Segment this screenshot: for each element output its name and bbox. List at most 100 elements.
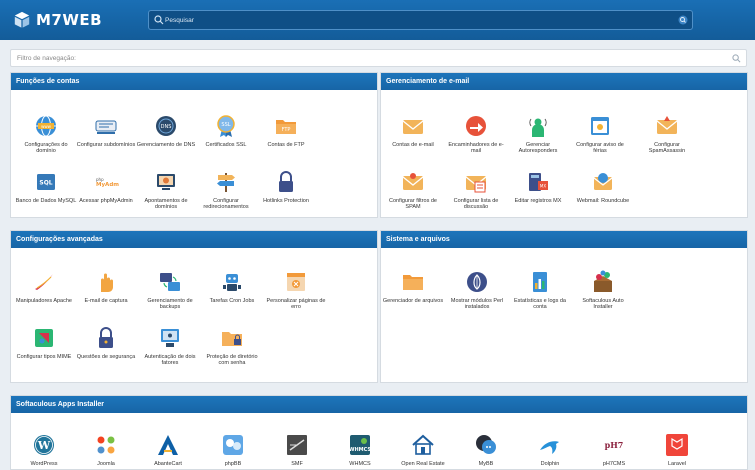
app-joomla[interactable]: Joomla [75, 432, 137, 467]
item-label: Editar registros MX [514, 198, 562, 204]
item-mime-types[interactable]: Configurar tipos MIME [13, 325, 75, 360]
domain-pointer-icon [157, 174, 175, 190]
panel-softaculous-apps: Softaculous Apps Installer W WordPress J… [10, 395, 748, 470]
app-whmcs[interactable]: WHMCS WHMCS [329, 432, 391, 467]
item-mysql-databases[interactable]: SQL Banco de Dados MySQL [15, 169, 77, 204]
svg-text:W: W [37, 439, 51, 452]
sql-database-icon: SQL [37, 174, 55, 190]
svg-text:SSL: SSL [221, 122, 230, 128]
item-phpmyadmin[interactable]: php MyAdmin Acessar phpMyAdmin [75, 169, 137, 204]
mime-types-icon [35, 329, 53, 347]
item-vacation-notice[interactable]: Configurar aviso de férias [569, 113, 631, 154]
item-label: Gerenciar Autoresponders [518, 142, 558, 155]
svg-text:MX: MX [540, 184, 546, 189]
item-label: Configurações do domínio [24, 142, 68, 155]
item-label: AbanteCart [154, 461, 182, 467]
item-label: Personalizar páginas de erro [266, 298, 326, 311]
item-redirects[interactable]: Configurar redirecionamentos [195, 169, 257, 210]
brand-logo[interactable]: M7WEB [13, 10, 102, 30]
item-security-questions[interactable]: Questões de segurança [75, 325, 137, 360]
item-two-factor-auth[interactable]: Autenticação de dois fatores [139, 325, 201, 366]
app-wordpress[interactable]: W WordPress [13, 432, 75, 467]
item-softaculous-auto-installer[interactable]: Softaculous Auto Installer [572, 269, 634, 310]
mybb-icon [476, 435, 496, 454]
item-label: Gerenciador de arquivos [382, 298, 444, 304]
panel-account-functions: Funções de contas www Configurações do d… [10, 72, 378, 218]
item-label: WordPress [30, 461, 58, 467]
wordpress-icon: W [34, 435, 54, 455]
item-label: Configurar lista de discussão [453, 198, 499, 211]
vacation-notice-icon [591, 117, 609, 135]
spam-filter-icon [400, 173, 426, 195]
item-spamassassin[interactable]: Configurar SpamAssassin [636, 113, 698, 154]
item-directory-privacy[interactable]: Proteção de diretório com senha [201, 325, 263, 366]
app-phpbb[interactable]: phpBB [202, 432, 264, 467]
item-label: Certificados SSL [205, 142, 247, 148]
real-estate-house-icon [412, 434, 434, 455]
two-factor-icon [161, 329, 179, 347]
whmcs-icon: WHMCS [349, 435, 371, 455]
item-label: Autenticação de dois fatores [144, 354, 196, 367]
search-clear-icon[interactable] [678, 15, 688, 25]
svg-text:MyAdmin: MyAdmin [96, 182, 119, 188]
filter-input[interactable] [17, 51, 717, 65]
app-mybb[interactable]: MyBB [455, 432, 517, 467]
item-hotlink-protection[interactable]: Hotlinks Protection [255, 169, 317, 204]
item-catch-all-email[interactable]: E-mail de captura [75, 269, 137, 304]
autoresponder-icon [529, 118, 547, 137]
app-ph7cms[interactable]: pH7 pH7CMS [583, 432, 645, 467]
cube-logo-icon [14, 11, 30, 28]
item-autoresponders[interactable]: Gerenciar Autoresponders [507, 113, 569, 154]
app-open-real-estate[interactable]: Open Real Estate [392, 432, 454, 467]
item-file-manager[interactable]: Gerenciador de arquivos [382, 269, 444, 304]
item-email-forwarders[interactable]: Encaminhadores de e-mail [445, 113, 507, 154]
item-label: Gerenciamento de backups [147, 298, 193, 311]
item-label: Configurar SpamAssassin [648, 142, 686, 155]
softaculous-icon [594, 270, 612, 292]
navigation-filter[interactable] [10, 49, 747, 67]
item-dns-management[interactable]: DNS Gerenciamento de DNS [135, 113, 197, 148]
app-laravel[interactable]: Laravel [646, 432, 708, 467]
svg-text:SQL: SQL [39, 180, 52, 187]
item-ftp-accounts[interactable]: FTP Contas de FTP [255, 113, 317, 148]
item-spam-filters[interactable]: Configurar filtros de SPAM [382, 169, 444, 210]
item-apache-handlers[interactable]: Manipuladores Apache [13, 269, 75, 304]
mailing-list-icon [463, 169, 489, 193]
item-mx-records[interactable]: MX Editar registros MX [507, 169, 569, 204]
item-label: Acessar phpMyAdmin [79, 198, 133, 204]
item-label: Mostrar módulos Perl instalados [450, 298, 504, 311]
item-mailing-lists[interactable]: Configurar lista de discussão [445, 169, 507, 210]
item-cron-jobs[interactable]: Tarefas Cron Jobs [201, 269, 263, 304]
app-smf[interactable]: SMF [266, 432, 328, 467]
app-abantecart[interactable]: AbanteCart [137, 432, 199, 467]
item-domain-settings[interactable]: www Configurações do domínio [15, 113, 77, 154]
app-dolphin[interactable]: Dolphin [519, 432, 581, 467]
item-label: Estatísticas e logs da conta [514, 298, 566, 311]
perl-onion-icon [467, 272, 487, 292]
item-label: Contas de FTP [267, 142, 305, 148]
search-box[interactable] [148, 10, 693, 30]
dns-icon: DNS [156, 116, 176, 136]
search-icon [732, 54, 741, 63]
item-backup-management[interactable]: Gerenciamento de backups [139, 269, 201, 310]
item-webmail-roundcube[interactable]: Webmail: Roundcube [572, 169, 634, 204]
item-perl-modules[interactable]: Mostrar módulos Perl instalados [446, 269, 508, 310]
svg-text:FTP: FTP [282, 127, 291, 133]
item-label: Configurar filtros de SPAM [389, 198, 437, 211]
item-email-accounts[interactable]: Contas de e-mail [382, 113, 444, 148]
item-statistics-logs[interactable]: Estatísticas e logs da conta [509, 269, 571, 310]
brand-name: M7WEB [36, 11, 103, 29]
item-subdomains[interactable]: Configurar subdomínios [75, 113, 137, 148]
error-page-icon [287, 273, 305, 291]
item-ssl-certificates[interactable]: SSL Certificados SSL [195, 113, 257, 148]
item-label: Questões de segurança [76, 354, 136, 360]
item-label: Tarefas Cron Jobs [209, 298, 255, 304]
panel-email-management: Gerenciamento de e-mail Contas de e-mail… [380, 72, 748, 218]
item-label: phpBB [224, 461, 242, 467]
panel-title: Sistema e arquivos [381, 231, 747, 248]
item-custom-error-pages[interactable]: Personalizar páginas de erro [265, 269, 327, 310]
security-lock-icon [99, 327, 113, 348]
ftp-folder-icon: FTP [276, 120, 296, 134]
item-domain-pointers[interactable]: Apontamentos de domínios [135, 169, 197, 210]
search-input[interactable] [165, 12, 665, 28]
